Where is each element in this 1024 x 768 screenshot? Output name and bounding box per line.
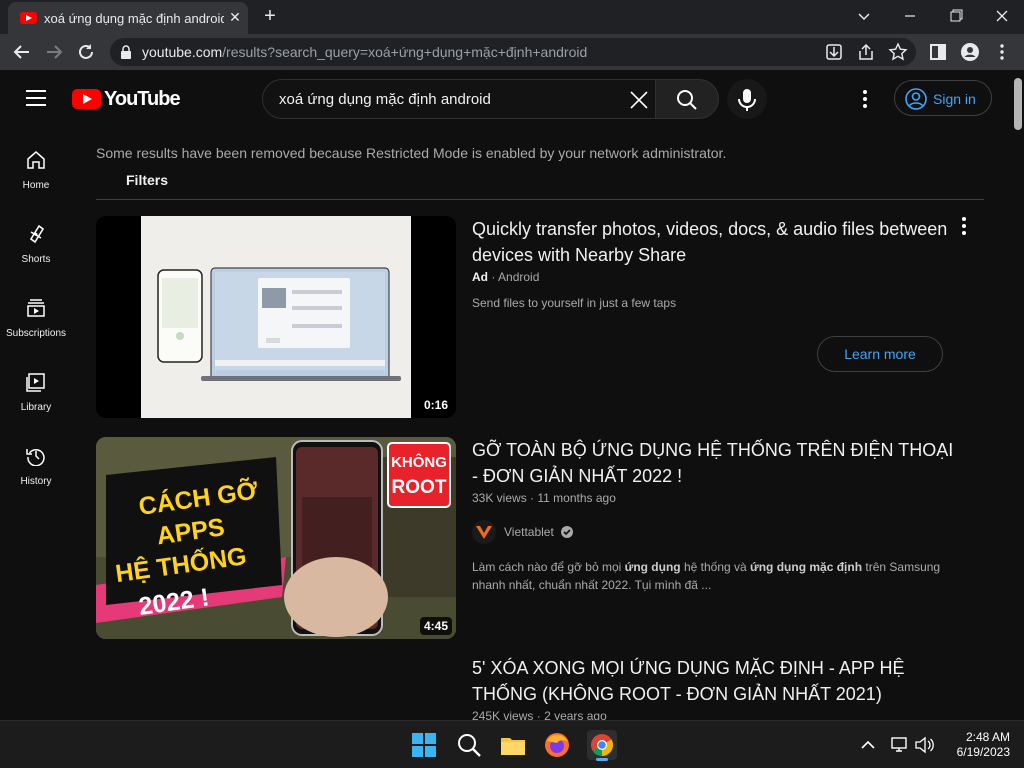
channel-avatar — [472, 520, 496, 544]
ad-thumbnail-art — [141, 216, 411, 418]
ad-badge: Ad — [472, 270, 488, 284]
profile-icon[interactable] — [960, 42, 980, 62]
subscriptions-icon — [27, 299, 45, 317]
ad-thumbnail[interactable]: 0:16 — [96, 216, 456, 418]
sidebar-item-library[interactable]: Library — [0, 372, 72, 446]
clock-time: 2:48 AM — [965, 730, 1010, 744]
library-icon — [26, 373, 45, 392]
hamburger-menu-icon[interactable] — [26, 90, 46, 106]
page-scrollbar[interactable] — [1012, 70, 1024, 720]
thumb-badge-line1: KHÔNG — [391, 453, 447, 471]
chrome-menu-icon[interactable] — [992, 42, 1012, 62]
install-app-icon[interactable] — [824, 42, 844, 62]
youtube-logo[interactable]: YouTube — [72, 88, 181, 110]
video-title[interactable]: 5' XÓA XONG MỌI ỨNG DỤNG MẶC ĐỊNH - APP … — [472, 655, 962, 707]
voice-search-button[interactable] — [727, 79, 767, 119]
video-duration: 0:16 — [419, 396, 452, 414]
restricted-mode-notice: Some results have been removed because R… — [96, 145, 727, 161]
video-duration: 4:45 — [419, 617, 452, 635]
video-title[interactable]: GỠ TOÀN BỘ ỨNG DỤNG HỆ THỐNG TRÊN ĐIỆN T… — [472, 437, 962, 489]
divider — [96, 199, 984, 200]
tab-search-chevron-icon[interactable] — [852, 6, 876, 26]
shorts-icon — [29, 224, 45, 244]
sidebar-item-subscriptions[interactable]: Subscriptions — [0, 298, 72, 372]
ad-advertiser[interactable]: Android — [498, 270, 539, 284]
chrome-taskbar-icon[interactable] — [587, 730, 617, 761]
thumb-badge-line2: ROOT — [392, 477, 447, 498]
tab-title: xoá ứng dụng mặc định android — [44, 11, 224, 26]
windows-start-icon[interactable] — [410, 731, 438, 759]
address-bar[interactable]: youtube.com/results?search_query=xoá+ứng… — [110, 38, 916, 66]
close-tab-icon[interactable]: ✕ — [226, 8, 244, 26]
history-icon — [26, 448, 45, 466]
sign-in-button[interactable]: Sign in — [894, 80, 992, 116]
taskbar-search-icon[interactable] — [455, 731, 483, 759]
microphone-icon — [738, 89, 756, 111]
ad-meta: Ad · Android — [472, 270, 540, 284]
reload-icon[interactable] — [76, 42, 96, 62]
account-circle-icon — [905, 88, 927, 110]
clear-search-icon[interactable] — [629, 90, 649, 110]
bookmark-star-icon[interactable] — [888, 42, 908, 62]
filters-button[interactable]: Filters — [126, 172, 168, 188]
youtube-play-icon — [72, 89, 101, 109]
network-icon[interactable] — [890, 735, 910, 755]
minimize-button[interactable] — [898, 6, 922, 26]
sidebar-item-home[interactable]: Home — [0, 150, 72, 224]
windows-taskbar: 2:48 AM 6/19/2023 — [0, 720, 1024, 768]
side-panel-icon[interactable] — [928, 42, 948, 62]
taskbar-clock[interactable]: 2:48 AM 6/19/2023 — [940, 730, 1010, 760]
channel-link[interactable]: Viettablet — [472, 520, 672, 544]
verified-badge-icon — [561, 526, 573, 538]
search-button[interactable] — [655, 79, 719, 119]
active-app-indicator — [596, 758, 608, 761]
video-meta: 33K views · 11 months ago — [472, 491, 616, 505]
view-count: 33K views — [472, 491, 527, 505]
sidebar-item-history[interactable]: History — [0, 446, 72, 520]
video-thumbnail-art: CÁCH GỠ APPS HỆ THỐNG 2022 ! KHÔNG ROOT — [96, 437, 456, 639]
youtube-favicon-icon — [20, 12, 37, 24]
forward-arrow-icon[interactable] — [44, 42, 64, 62]
upload-age: 11 months ago — [537, 491, 616, 505]
home-icon — [27, 151, 45, 169]
ad-description: Send files to yourself in just a few tap… — [472, 296, 677, 310]
new-tab-button[interactable]: + — [260, 6, 280, 27]
search-input[interactable]: xoá ứng dụng mặc định android — [262, 79, 656, 119]
share-icon[interactable] — [856, 42, 876, 62]
browser-tab-strip: xoá ứng dụng mặc định android ✕ + — [0, 0, 1024, 34]
settings-more-icon[interactable] — [855, 89, 875, 109]
video-thumbnail[interactable]: CÁCH GỠ APPS HỆ THỐNG 2022 ! KHÔNG ROOT … — [96, 437, 456, 639]
more-actions-icon[interactable] — [956, 216, 972, 236]
clock-date: 6/19/2023 — [956, 745, 1010, 759]
show-hidden-icons-chevron-icon[interactable] — [858, 735, 878, 755]
back-arrow-icon[interactable] — [12, 42, 32, 62]
video-description: Làm cách nào để gỡ bỏ mọi ứng dụng hệ th… — [472, 560, 941, 592]
learn-more-button[interactable]: Learn more — [817, 336, 943, 372]
file-explorer-icon[interactable] — [499, 731, 527, 759]
volume-icon[interactable] — [914, 735, 934, 755]
search-query-text: xoá ứng dụng mặc định android — [279, 91, 491, 108]
browser-tab[interactable]: xoá ứng dụng mặc định android ✕ — [8, 2, 248, 34]
youtube-header: YouTube xoá ứng dụng mặc định android Si… — [0, 70, 1012, 128]
lock-icon — [121, 45, 131, 59]
browser-toolbar: youtube.com/results?search_query=xoá+ứng… — [0, 34, 1024, 70]
sidebar-item-shorts[interactable]: Shorts — [0, 224, 72, 298]
url-text: youtube.com/results?search_query=xoá+ứng… — [142, 44, 588, 60]
firefox-icon[interactable] — [543, 731, 571, 759]
search-icon — [677, 90, 697, 110]
restore-button[interactable] — [944, 6, 968, 26]
ad-title[interactable]: Quickly transfer photos, videos, docs, &… — [472, 216, 962, 268]
scrollbar-thumb[interactable] — [1014, 78, 1022, 130]
channel-name: Viettablet — [504, 525, 554, 539]
close-window-button[interactable] — [990, 6, 1014, 26]
